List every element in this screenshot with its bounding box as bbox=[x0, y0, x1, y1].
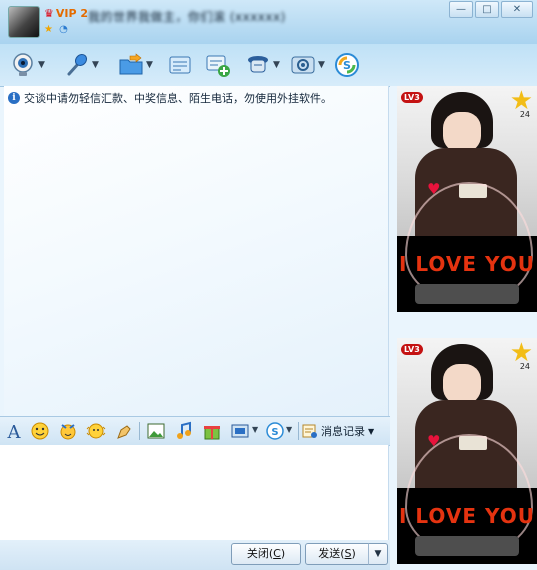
show-image-bottom[interactable]: ♥ LV3 ★ 24 I LOVE YOU bbox=[397, 338, 537, 564]
main-toolbar: ▼ ▼ ▼ ▼ ▼ S bbox=[0, 44, 537, 87]
image-icon[interactable] bbox=[146, 421, 166, 441]
close-shortcut: C bbox=[273, 547, 281, 560]
chevron-down-icon[interactable]: ▼ bbox=[286, 425, 292, 434]
title-bar: ♛ VIP 2 我的世界我做主，你们滚 (xxxxxx) ★ ◔ — □ ✕ bbox=[0, 0, 537, 44]
show-face bbox=[443, 364, 481, 404]
crown-icon: ♛ bbox=[44, 7, 54, 20]
emoji-icon[interactable] bbox=[30, 421, 50, 441]
soso-button[interactable]: S bbox=[334, 51, 360, 79]
chevron-down-icon[interactable]: ▼ bbox=[38, 60, 45, 70]
show-image-top[interactable]: ♥ LV3 ★ 24 I LOVE YOU bbox=[397, 86, 537, 312]
show-caption-panel bbox=[415, 284, 519, 304]
soso-icon: S bbox=[335, 53, 359, 77]
star-count: 24 bbox=[519, 110, 530, 119]
message-icon bbox=[169, 56, 191, 74]
notice-text: 交谈中请勿轻信汇款、中奖信息、陌生电话，勿使用外挂软件。 bbox=[24, 92, 332, 105]
toolbar-separator bbox=[139, 422, 140, 440]
chevron-down-icon[interactable]: ▼ bbox=[92, 60, 99, 70]
window-controls: — □ ✕ bbox=[449, 1, 533, 18]
maximize-button[interactable]: □ bbox=[475, 1, 499, 18]
magic-emoji-icon[interactable] bbox=[58, 421, 78, 441]
send-shortcut: S bbox=[344, 547, 352, 560]
contact-name: 我的世界我做主，你们滚 (xxxxxx) bbox=[88, 10, 286, 24]
apps-button[interactable]: ▼ bbox=[290, 51, 325, 79]
close-button-label: 关闭 bbox=[246, 547, 269, 560]
chevron-down-icon[interactable]: ▼ bbox=[318, 60, 325, 70]
webcam-icon bbox=[13, 53, 33, 76]
message-history-button[interactable]: 消息记录 ▼ bbox=[302, 421, 374, 441]
security-notice: i 交谈中请勿轻信汇款、中奖信息、陌生电话，勿使用外挂软件。 bbox=[8, 90, 332, 106]
shake-icon[interactable] bbox=[86, 421, 106, 441]
close-button[interactable]: 关闭(C) bbox=[231, 543, 301, 565]
folder-icon bbox=[119, 53, 143, 75]
remote-assist-button[interactable]: ▼ bbox=[245, 51, 280, 79]
star-icon[interactable]: ★ bbox=[44, 24, 53, 35]
apps-icon bbox=[291, 56, 315, 74]
action-bar: 关闭(C) 发送(S) ▼ bbox=[0, 540, 390, 570]
doodle-icon[interactable] bbox=[114, 421, 134, 441]
chevron-down-icon[interactable]: ▼ bbox=[252, 425, 258, 434]
chevron-down-icon[interactable]: ▼ bbox=[146, 60, 153, 70]
chevron-down-icon[interactable]: ▼ bbox=[273, 60, 280, 70]
chat-history[interactable]: i 交谈中请勿轻信汇款、中奖信息、陌生电话，勿使用外挂软件。 bbox=[4, 86, 389, 416]
format-toolbar: A ▼ S ▼ 消息记录 ▼ bbox=[0, 416, 390, 446]
chevron-down-icon: ▼ bbox=[368, 426, 375, 436]
gift-icon[interactable] bbox=[202, 421, 222, 441]
music-icon[interactable] bbox=[174, 421, 194, 441]
status-icons: ★ ◔ bbox=[44, 24, 71, 35]
svg-text:S: S bbox=[343, 59, 351, 72]
create-group-button[interactable] bbox=[205, 51, 231, 79]
close-window-button[interactable]: ✕ bbox=[501, 1, 533, 18]
show-caption: I LOVE YOU bbox=[398, 504, 535, 528]
message-input[interactable] bbox=[0, 445, 389, 540]
send-button[interactable]: 发送(S) bbox=[305, 543, 369, 565]
history-label: 消息记录 bbox=[321, 425, 365, 438]
history-icon bbox=[302, 424, 317, 438]
vip-label: VIP 2 bbox=[55, 7, 89, 20]
info-icon: i bbox=[8, 92, 20, 104]
qq-space-icon[interactable]: ◔ bbox=[59, 24, 68, 35]
group-add-icon bbox=[206, 55, 230, 77]
show-face bbox=[443, 112, 481, 152]
font-icon[interactable]: A bbox=[4, 421, 24, 441]
video-call-button[interactable]: ▼ bbox=[10, 51, 45, 79]
toolbar-separator bbox=[298, 422, 299, 440]
vip-badge[interactable]: ♛ VIP 2 bbox=[44, 7, 88, 20]
show-caption: I LOVE YOU bbox=[398, 252, 535, 276]
send-options-dropdown[interactable]: ▼ bbox=[368, 543, 388, 565]
screenshot-icon[interactable] bbox=[230, 421, 250, 441]
send-file-button[interactable]: ▼ bbox=[118, 51, 153, 79]
send-button-label: 发送 bbox=[318, 547, 341, 560]
level-badge: LV3 bbox=[401, 92, 423, 103]
soso-icon[interactable]: S bbox=[265, 421, 285, 441]
contact-show-panel: ♥ LV3 ★ 24 I LOVE YOU ♥ LV3 ★ 24 I LOVE … bbox=[390, 86, 537, 570]
avatar[interactable] bbox=[8, 6, 40, 38]
star-count: 24 bbox=[519, 362, 530, 371]
level-badge: LV3 bbox=[401, 344, 423, 355]
voice-call-button[interactable]: ▼ bbox=[64, 51, 99, 79]
heart-icon: ♥ bbox=[427, 180, 441, 198]
svg-text:S: S bbox=[271, 427, 278, 438]
minimize-button[interactable]: — bbox=[449, 1, 473, 18]
send-sms-button[interactable] bbox=[167, 51, 193, 79]
assistance-icon bbox=[248, 56, 268, 73]
svg-text:A: A bbox=[7, 422, 22, 441]
microphone-icon bbox=[67, 53, 88, 76]
show-caption-panel bbox=[415, 536, 519, 556]
heart-icon: ♥ bbox=[427, 432, 441, 450]
